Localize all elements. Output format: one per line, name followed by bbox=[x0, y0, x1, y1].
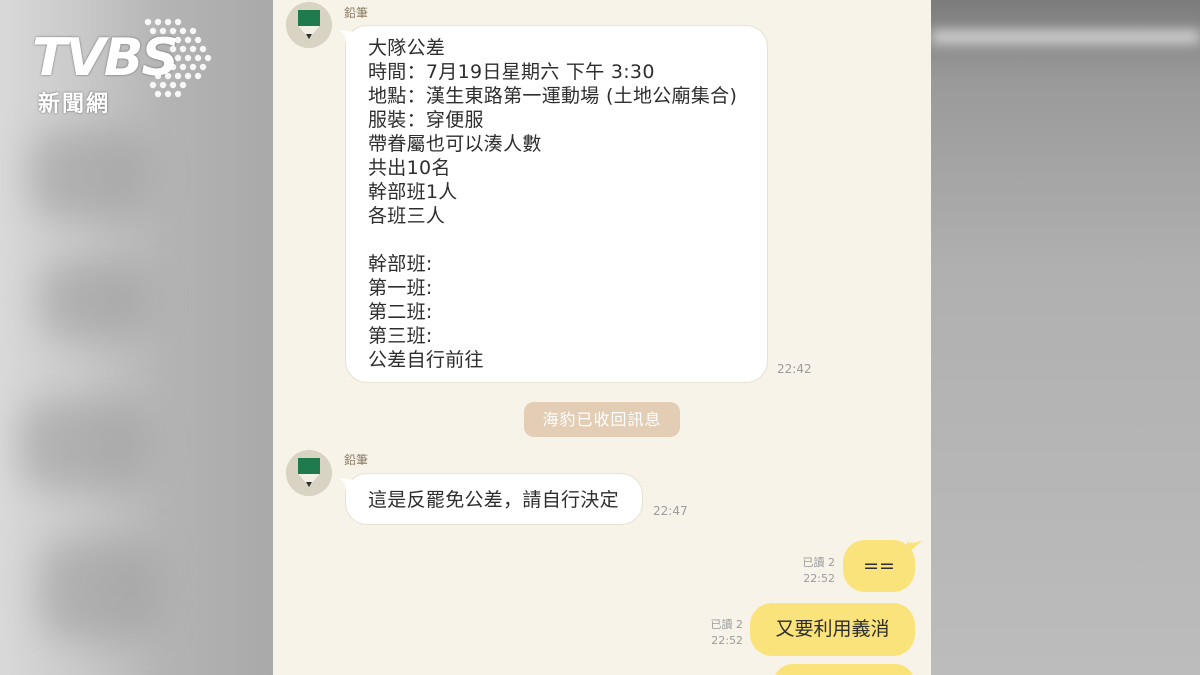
message-line: 公差自行前往 bbox=[368, 349, 484, 371]
sender-avatar[interactable] bbox=[286, 450, 332, 496]
message-line: 服裝：穿便服 bbox=[368, 109, 484, 131]
bubble-tail bbox=[340, 30, 354, 42]
read-count: 已讀 2 bbox=[802, 556, 836, 569]
read-receipt: 已讀 2 22:52 bbox=[681, 617, 744, 649]
message-line: 帶眷屬也可以湊人數 bbox=[368, 133, 542, 155]
message-line: 地點：漢生東路第一運動場 (土地公廟集合) bbox=[368, 85, 738, 107]
message-bubble[interactable]: 這是反罷免公差，請自行決定 bbox=[340, 473, 643, 525]
outgoing-bubble-partial[interactable] bbox=[773, 664, 915, 675]
read-receipt: 已讀 2 22:52 bbox=[773, 555, 836, 587]
bubble-tail bbox=[907, 540, 923, 554]
message-line: 大隊公差 bbox=[368, 37, 446, 59]
message-line: 各班三人 bbox=[368, 205, 446, 227]
message-line: 時間：7月19日星期六 下午 3:30 bbox=[368, 61, 655, 83]
message-time: 22:52 bbox=[711, 634, 743, 647]
blurred-background-right bbox=[931, 0, 1200, 675]
message-time: 22:42 bbox=[777, 362, 812, 376]
message-time: 22:47 bbox=[653, 504, 688, 518]
chat-panel[interactable]: 鉛筆 大隊公差 時間：7月19日星期六 下午 3:30 地點：漢生東路第一運動場… bbox=[273, 0, 931, 675]
pencil-avatar-icon bbox=[286, 2, 332, 48]
sender-avatar[interactable] bbox=[286, 2, 332, 48]
pencil-avatar-icon bbox=[286, 450, 332, 496]
message-time: 22:52 bbox=[803, 572, 835, 585]
read-count: 已讀 2 bbox=[710, 618, 744, 631]
message-bubble[interactable]: 大隊公差 時間：7月19日星期六 下午 3:30 地點：漢生東路第一運動場 (土… bbox=[340, 25, 768, 383]
logo-subtitle: 新聞網 bbox=[38, 92, 111, 117]
message-line bbox=[368, 228, 767, 252]
message-text: == bbox=[863, 555, 895, 577]
message-line: 幹部班: bbox=[368, 253, 433, 275]
logo-dots-icon bbox=[144, 18, 212, 98]
bubble-tail bbox=[340, 478, 354, 490]
outgoing-bubble[interactable]: 又要利用義消 bbox=[750, 603, 915, 656]
message-line: 幹部班1人 bbox=[368, 181, 458, 203]
unsent-message-notice: 海豹已收回訊息 bbox=[524, 402, 680, 437]
message-line: 共出10名 bbox=[368, 157, 451, 179]
message-line: 第三班: bbox=[368, 325, 433, 347]
message-text: 大隊公差 時間：7月19日星期六 下午 3:30 地點：漢生東路第一運動場 (土… bbox=[368, 36, 767, 372]
message-text: 這是反罷免公差，請自行決定 bbox=[368, 489, 619, 511]
sender-name: 鉛筆 bbox=[344, 6, 369, 20]
message-line: 第二班: bbox=[368, 301, 433, 323]
sender-name: 鉛筆 bbox=[344, 453, 369, 467]
tvbs-logo: TVBS 新聞網 bbox=[28, 16, 218, 117]
message-line: 第一班: bbox=[368, 277, 433, 299]
message-text: 又要利用義消 bbox=[775, 618, 890, 640]
outgoing-bubble[interactable]: == bbox=[843, 540, 923, 592]
